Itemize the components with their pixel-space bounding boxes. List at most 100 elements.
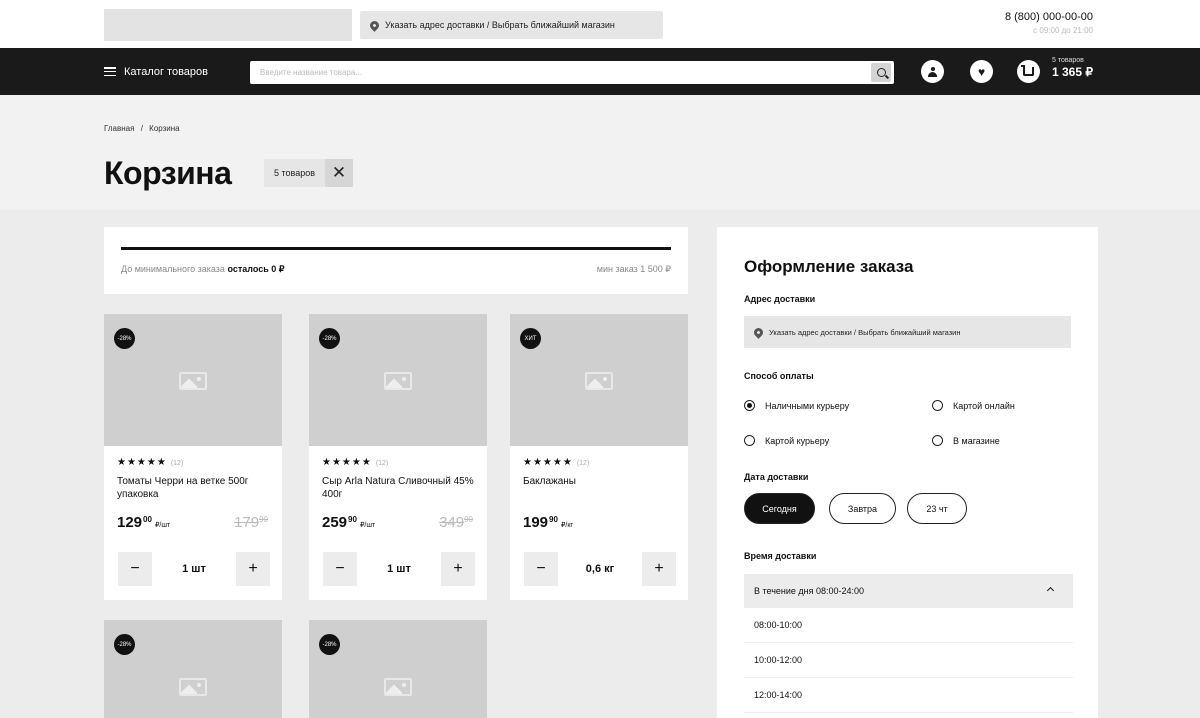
account-button[interactable] [921, 60, 944, 83]
image-placeholder-icon [179, 372, 207, 390]
payment-option-card-courier[interactable]: Картой курьеру [744, 435, 829, 446]
payment-option-card-online[interactable]: Картой онлайн [932, 400, 1015, 411]
time-option[interactable]: 08:00-10:00 [744, 608, 1073, 643]
increase-quantity-button[interactable]: + [441, 552, 475, 586]
cart-item-count: 5 товаров [1052, 57, 1084, 64]
time-option[interactable]: 10:00-12:00 [744, 643, 1073, 678]
rating: ★★★★★ (12) [322, 457, 388, 468]
payment-section-label: Способ оплаты [744, 371, 814, 381]
search-button[interactable] [871, 63, 891, 82]
date-option-tomorrow[interactable]: Завтра [829, 493, 896, 524]
min-order-progress [121, 247, 671, 250]
hit-badge: ХИТ [520, 328, 541, 349]
decrease-quantity-button[interactable]: − [323, 552, 357, 586]
payment-option-cash-courier[interactable]: Наличными курьеру [744, 400, 849, 411]
cart-summary[interactable]: 5 товаров 1 365 ₽ [1052, 57, 1093, 79]
user-icon [928, 66, 937, 77]
quantity-value: 0,6 кг [585, 563, 615, 575]
decrease-quantity-button[interactable]: − [524, 552, 558, 586]
quantity-stepper: − 1 шт + [323, 552, 475, 586]
breadcrumb-separator: / [140, 124, 143, 133]
product-image[interactable]: -28% [104, 314, 282, 446]
quantity-stepper: − 0,6 кг + [524, 552, 676, 586]
favorites-button[interactable]: ♥ [970, 60, 993, 83]
checkout-panel: Оформление заказа Адрес доставки Указать… [717, 227, 1098, 718]
old-price-integer: 349 [439, 514, 465, 531]
price-unit: ₽/кг [560, 522, 573, 529]
rating: ★★★★★ (12) [117, 457, 183, 468]
chevron-up-icon [1046, 586, 1055, 595]
old-price: 179 90 [234, 514, 268, 531]
date-section-label: Дата доставки [744, 472, 809, 482]
menu-icon [104, 67, 116, 76]
product-name[interactable]: Томаты Черри на ветке 500г упаковка [117, 475, 272, 501]
search-input[interactable] [250, 61, 864, 84]
logo-placeholder[interactable] [104, 9, 352, 41]
top-bar: Указать адрес доставки / Выбрать ближайш… [0, 0, 1200, 48]
breadcrumb-home[interactable]: Главная [104, 124, 134, 133]
contact-phone: 8 (800) 000-00-00 с 09:00 до 21:00 [1005, 11, 1093, 35]
rating-stars: ★★★★★ [117, 457, 167, 468]
discount-badge: -28% [319, 634, 340, 655]
price-integer: 129 [117, 514, 143, 531]
delivery-address-label: Указать адрес доставки / Выбрать ближайш… [385, 20, 615, 30]
product-card[interactable]: -28% [309, 620, 487, 718]
catalog-button[interactable]: Каталог товаров [104, 48, 208, 95]
product-card[interactable]: ХИТ ★★★★★ (12) Баклажаны 199 90 ₽/кг − 0,6 … [510, 314, 688, 600]
heart-icon: ♥ [977, 64, 986, 79]
price-fraction: 90 [549, 515, 558, 524]
increase-quantity-button[interactable]: + [642, 552, 676, 586]
min-order-remaining: осталось 0 ₽ [227, 264, 285, 274]
quantity-value: 1 шт [182, 563, 206, 575]
delivery-time-selected: В течение дня 08:00-24:00 [754, 586, 865, 596]
cart-count-label: 5 товаров [264, 159, 326, 187]
rating-stars: ★★★★★ [523, 457, 573, 468]
delivery-time-select[interactable]: В течение дня 08:00-24:00 [744, 574, 1073, 608]
product-image[interactable]: ХИТ [510, 314, 688, 446]
discount-badge: -28% [114, 328, 135, 349]
image-placeholder-icon [179, 678, 207, 696]
image-placeholder-icon [384, 678, 412, 696]
phone-number[interactable]: 8 (800) 000-00-00 [1005, 11, 1093, 23]
product-card[interactable]: -28% ★★★★★ (12) Томаты Черри на ветке 500… [104, 314, 282, 600]
date-option-23[interactable]: 23 чт [907, 493, 967, 524]
product-card[interactable]: -28% [104, 620, 282, 718]
time-option[interactable]: 12:00-14:00 [744, 678, 1073, 713]
price-fraction: 90 [348, 515, 357, 524]
image-placeholder-icon [585, 372, 613, 390]
radio-selected-icon [744, 400, 755, 411]
old-price-integer: 179 [234, 514, 260, 531]
delivery-address-button[interactable]: Указать адрес доставки / Выбрать ближайш… [360, 11, 663, 39]
cart-count-tag: 5 товаров ✕ [264, 159, 354, 187]
clear-cart-button[interactable]: ✕ [325, 159, 354, 187]
payment-option-in-store[interactable]: В магазине [932, 435, 1000, 446]
rating-stars: ★★★★★ [322, 457, 372, 468]
checkout-address-button[interactable]: Указать адрес доставки / Выбрать ближайш… [744, 316, 1071, 348]
quantity-value: 1 шт [387, 563, 411, 575]
product-card[interactable]: -28% ★★★★★ (12) Сыр Arla Natura Сливочный… [309, 314, 487, 600]
payment-option-label: Картой онлайн [953, 400, 1015, 411]
increase-quantity-button[interactable]: + [236, 552, 270, 586]
address-section-label: Адрес доставки [744, 294, 816, 304]
price-integer: 259 [322, 514, 348, 531]
price-unit: ₽/шт [154, 522, 171, 529]
product-image[interactable]: -28% [309, 314, 487, 446]
decrease-quantity-button[interactable]: − [118, 552, 152, 586]
old-price: 349 90 [439, 514, 473, 531]
product-image[interactable]: -28% [104, 620, 282, 718]
breadcrumb: Главная / Корзина [104, 124, 180, 133]
product-price: 129 00 ₽/шт [117, 514, 170, 531]
review-count: (12) [576, 460, 590, 467]
product-price: 199 90 ₽/кг [523, 514, 573, 531]
product-image[interactable]: -28% [309, 620, 487, 718]
product-name[interactable]: Сыр Arla Natura Сливочный 45% 400г [322, 475, 477, 501]
product-name[interactable]: Баклажаны [523, 475, 678, 488]
payment-option-label: Наличными курьеру [765, 400, 850, 411]
cart-button[interactable] [1017, 60, 1040, 83]
time-section-label: Время доставки [744, 551, 817, 561]
date-option-today[interactable]: Сегодня [744, 493, 815, 524]
radio-icon [932, 435, 943, 446]
page-title: Корзина [104, 155, 232, 191]
old-price-fraction: 90 [464, 515, 473, 524]
location-pin-icon [368, 18, 381, 32]
